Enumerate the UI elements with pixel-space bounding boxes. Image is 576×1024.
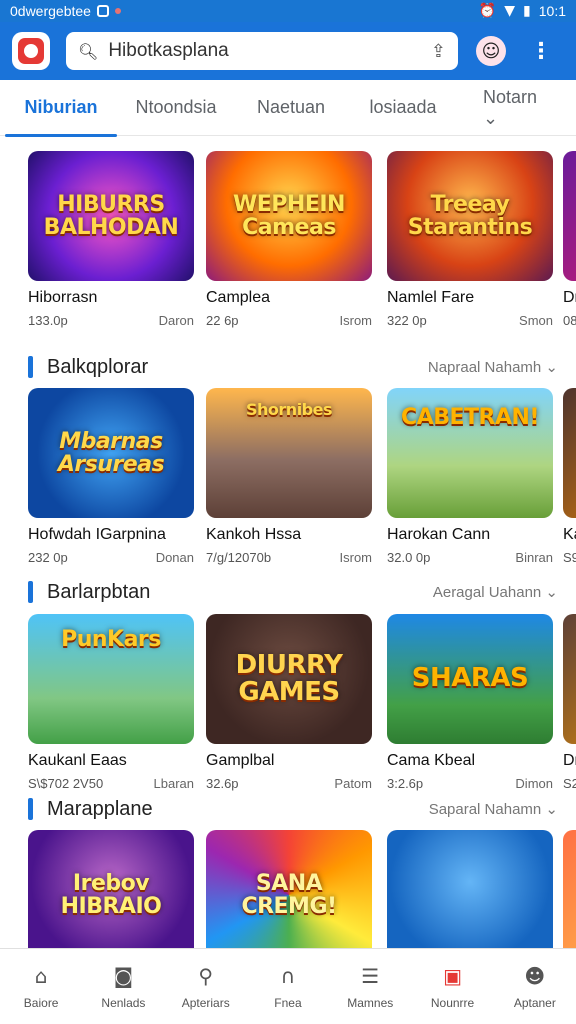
wifi-icon: ▼ <box>504 3 516 19</box>
category-tabs: Niburian Ntoondsia Naetuan losiaada Nota… <box>0 80 576 137</box>
tab-0[interactable]: Niburian <box>5 80 117 137</box>
game-thumbnail: DIURRY GAMES <box>206 614 372 744</box>
game-thumbnail: CABETRAN! <box>387 388 553 518</box>
game-thumbnail <box>563 830 576 948</box>
search-bar[interactable]: 🔍︎ Hibotkasplana ⇪ <box>66 32 458 70</box>
alarm-icon: ⏰ <box>478 3 497 19</box>
section-header: Marapplane Saparal Nahamn ⌄ <box>28 794 558 824</box>
game-thumbnail: PunKars <box>28 614 194 744</box>
section-header: Barlarpbtan Aeragal Uahann ⌄ <box>28 577 558 607</box>
list-icon: ☰ <box>361 963 380 988</box>
game-thumbnail <box>387 830 553 948</box>
game-thumbnail: Treeay Starantins <box>387 151 553 281</box>
game-thumbnail: WEPHEIN Cameas <box>206 151 372 281</box>
recording-dot-icon <box>114 8 121 14</box>
game-card[interactable]: SHARAS Cama Kbeal 3:2.6p Dimon <box>387 614 553 791</box>
profile-icon: ☻ <box>524 963 546 988</box>
section-title: Balkqplorar <box>47 355 149 378</box>
game-card[interactable]: Mbarnas Arsureas Hofwdah IGarpnina 232 0… <box>28 388 194 565</box>
tab-1[interactable]: Ntoondsia <box>135 80 216 136</box>
game-thumbnail <box>563 151 576 281</box>
nav-6[interactable]: ☻ Aptaner <box>494 949 576 1024</box>
nav-home[interactable]: ⌂ Baiore <box>0 949 82 1024</box>
game-card[interactable]: DIURRY GAMES Gamplbal 32.6p Patom <box>206 614 372 791</box>
home-icon: ⌂ <box>34 963 48 988</box>
game-thumbnail <box>563 614 576 744</box>
game-card[interactable]: Ka S9 <box>563 388 576 565</box>
nav-1[interactable]: ◙ Nenlads <box>82 949 164 1024</box>
game-thumbnail <box>563 388 576 518</box>
tab-3[interactable]: losiaada <box>369 80 436 136</box>
avatar[interactable]: ☺ <box>476 36 506 66</box>
status-time: 10:1 <box>538 3 566 19</box>
game-card[interactable]: Shornibes Kankoh Hssa 7/g/12070b Isrom <box>206 388 372 565</box>
game-thumbnail: SANA CREMG! <box>206 830 372 948</box>
headset-icon: ∩ <box>280 963 296 988</box>
game-thumbnail: Mbarnas Arsureas <box>28 388 194 518</box>
search-icon: 🔍︎ <box>78 41 99 61</box>
notification-icon <box>96 5 109 17</box>
more-vert-icon[interactable]: ⋮ <box>530 39 552 64</box>
game-card[interactable] <box>387 830 553 948</box>
game-card[interactable]: WEPHEIN Cameas Camplea 22 6p Isrom <box>206 151 372 328</box>
card-row: Mbarnas Arsureas Hofwdah IGarpnina 232 0… <box>28 388 576 588</box>
game-card[interactable]: Treeay Starantins Namlel Fare 322 0p Smon <box>387 151 553 328</box>
tab-4[interactable]: Notarn ⌄ <box>483 80 553 136</box>
nav-3[interactable]: ∩ Fnea <box>247 949 329 1024</box>
search-text: Hibotkasplana <box>108 40 229 61</box>
section-header: Balkqplorar Napraal Nahamh ⌄ <box>28 352 558 382</box>
game-card[interactable]: SANA CREMG! <box>206 830 372 948</box>
section-more-link[interactable]: Aeragal Uahann ⌄ <box>433 583 558 601</box>
section-more-link[interactable]: Napraal Nahamh ⌄ <box>428 358 558 376</box>
camera-icon: ◙ <box>113 963 134 988</box>
game-card[interactable] <box>563 830 576 948</box>
share-icon[interactable]: ⇪ <box>431 41 446 62</box>
game-card[interactable]: HIBURRS BALHODAN Hiborrasn 133.0p Daron <box>28 151 194 328</box>
app-bar: 🔍︎ Hibotkasplana ⇪ ☺ ⋮ <box>0 22 576 80</box>
game-card[interactable]: CABETRAN! Harokan Cann 32.0 0p Binran <box>387 388 553 565</box>
nav-2[interactable]: ⚲ Apteriars <box>165 949 247 1024</box>
app-logo[interactable] <box>12 32 50 70</box>
search-icon: ⚲ <box>198 963 214 988</box>
bottom-navigation: ⌂ Baiore ◙ Nenlads ⚲ Apteriars ∩ Fnea ☰ … <box>0 948 576 1024</box>
status-app-text: 0dwergebtee <box>10 3 91 19</box>
nav-5[interactable]: ▣ Nounrre <box>411 949 493 1024</box>
section-title: Barlarpbtan <box>47 580 151 603</box>
game-thumbnail: SHARAS <box>387 614 553 744</box>
game-thumbnail: Irebov HIBRAIO <box>28 830 194 948</box>
section-more-link[interactable]: Saparal Nahamn ⌄ <box>429 800 558 818</box>
card-row: HIBURRS BALHODAN Hiborrasn 133.0p Daron W… <box>28 151 576 351</box>
section-title: Marapplane <box>47 797 153 820</box>
calendar-icon: ▣ <box>443 963 462 988</box>
game-feed[interactable]: HIBURRS BALHODAN Hiborrasn 133.0p Daron W… <box>0 136 576 948</box>
game-thumbnail: Shornibes <box>206 388 372 518</box>
game-thumbnail: HIBURRS BALHODAN <box>28 151 194 281</box>
game-card[interactable]: Dr S2 <box>563 614 576 791</box>
game-card[interactable]: Irebov HIBRAIO <box>28 830 194 948</box>
game-card[interactable]: PunKars Kaukanl Eaas S\$702 2V50 Lbaran <box>28 614 194 791</box>
status-bar: 0dwergebtee ⏰ ▼ ▮ 10:1 <box>0 0 576 22</box>
card-row: Irebov HIBRAIO SANA CREMG! <box>28 830 576 948</box>
nav-4[interactable]: ☰ Mamnes <box>329 949 411 1024</box>
tab-2[interactable]: Naetuan <box>257 80 325 136</box>
game-card[interactable]: Dr 08 <box>563 151 576 328</box>
card-row: PunKars Kaukanl Eaas S\$702 2V50 Lbaran D… <box>28 614 576 814</box>
signal-icon: ▮ <box>523 3 531 19</box>
